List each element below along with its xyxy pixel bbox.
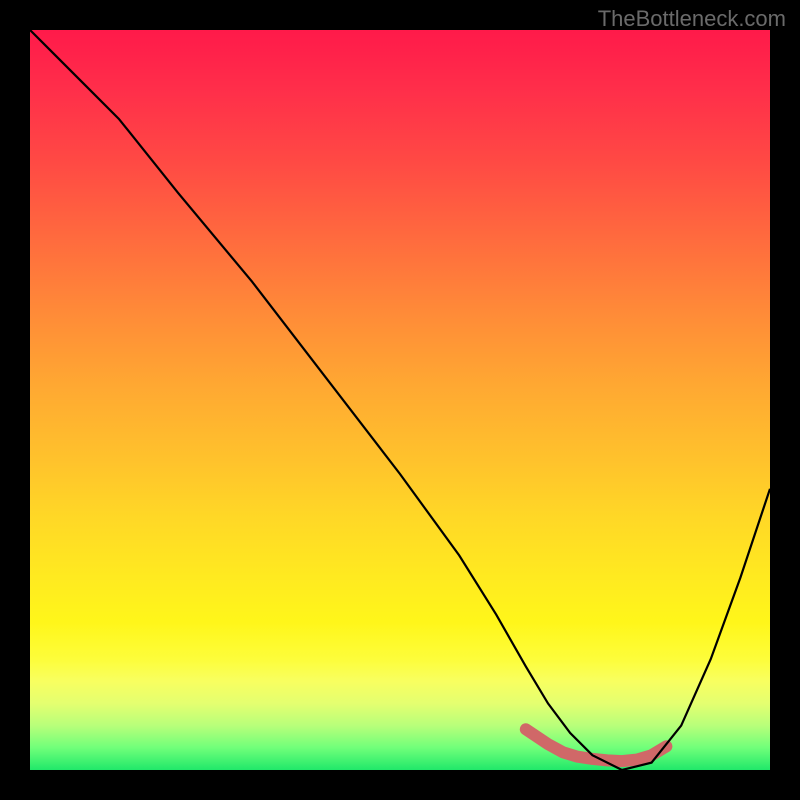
watermark-text: TheBottleneck.com (598, 6, 786, 32)
bottleneck-curve-line (30, 30, 770, 770)
chart-plot-area (30, 30, 770, 770)
chart-svg-layer (30, 30, 770, 770)
